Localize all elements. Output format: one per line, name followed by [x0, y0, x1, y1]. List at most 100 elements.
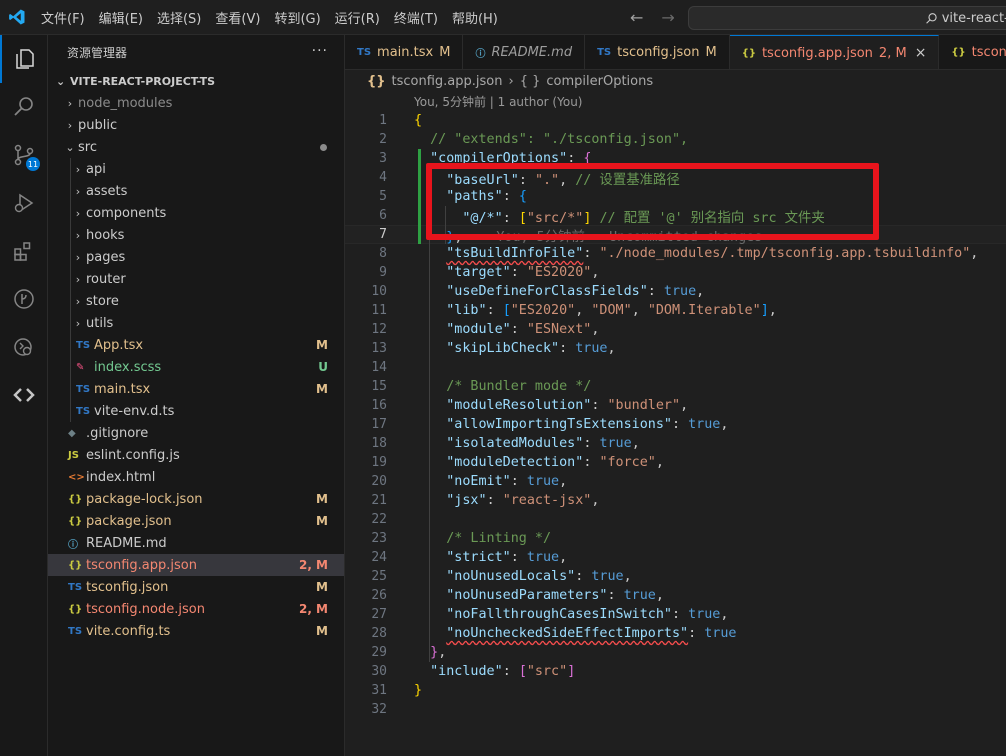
remote-explorer-icon[interactable]: [0, 323, 48, 371]
folder-item[interactable]: › router: [48, 268, 344, 290]
braces-icon: { }: [519, 73, 541, 89]
code-token: true: [599, 436, 632, 451]
menu-item[interactable]: 转到(G): [267, 8, 327, 27]
file-item[interactable]: JS eslint.config.js: [48, 444, 344, 466]
code-token: ,: [559, 474, 568, 489]
chevron-right-icon: ›: [75, 162, 81, 176]
tab-tsconfig-n[interactable]: {} tsconfig.n: [939, 35, 1006, 69]
source-control-icon[interactable]: 11: [0, 131, 48, 179]
git-blame-codelens[interactable]: You, 5分钟前 | 1 author (You): [414, 92, 582, 110]
tab-tsconfig-json[interactable]: TS tsconfig.json M: [585, 35, 730, 69]
back-arrow-icon[interactable]: ←: [630, 8, 643, 27]
folder-item[interactable]: › hooks: [48, 224, 344, 246]
run-debug-icon[interactable]: [0, 179, 48, 227]
tree-item-label: index.html: [86, 469, 156, 485]
file-item[interactable]: ⓘ README.md: [48, 532, 344, 554]
tab-main-tsx[interactable]: TS main.tsx M: [345, 35, 464, 69]
breadcrumb-file[interactable]: tsconfig.app.json: [392, 74, 503, 89]
code-line: 1{: [345, 111, 1006, 130]
menu-item[interactable]: 帮助(H): [445, 8, 505, 27]
code-token: "ES2020": [510, 303, 576, 318]
explorer-icon[interactable]: [0, 35, 48, 83]
file-item[interactable]: {} package-lock.json M: [48, 488, 344, 510]
folder-item[interactable]: › store: [48, 290, 344, 312]
file-item[interactable]: <> index.html: [48, 466, 344, 488]
file-item[interactable]: ✎ index.scss U: [48, 356, 344, 378]
line-number: 19: [371, 455, 387, 470]
menu-item[interactable]: 终端(T): [387, 8, 445, 27]
code-text: "noUnusedLocals": true,: [414, 569, 631, 584]
code-token: ,: [591, 322, 600, 337]
more-actions-icon[interactable]: ···: [312, 43, 328, 59]
code-token: :: [583, 436, 600, 451]
file-item[interactable]: TS tsconfig.json M: [48, 576, 344, 598]
file-item[interactable]: TS App.tsx M: [48, 334, 344, 356]
close-icon[interactable]: ×: [915, 45, 927, 61]
menu-item[interactable]: 查看(V): [208, 8, 267, 27]
folder-item[interactable]: › utils: [48, 312, 344, 334]
menu-item[interactable]: 编辑(E): [92, 8, 150, 27]
folder-item[interactable]: › api: [48, 158, 344, 180]
git-status-badge: M: [316, 382, 328, 396]
git-graph-icon[interactable]: [0, 275, 48, 323]
file-item[interactable]: ◆ .gitignore: [48, 422, 344, 444]
tab-readme-md[interactable]: ⓘ README.md: [463, 35, 586, 69]
code-line: 2 // "extends": "./tsconfig.json",: [345, 130, 1006, 149]
tree-item-label: main.tsx: [94, 381, 151, 397]
code-token: :: [583, 455, 600, 470]
folder-item[interactable]: › components: [48, 202, 344, 224]
code-line: 12 "module": "ESNext",: [345, 320, 1006, 339]
code-token: ,: [438, 645, 447, 660]
code-text: "moduleDetection": "force",: [414, 455, 664, 470]
menu-item[interactable]: 运行(R): [328, 8, 387, 27]
line-number: 5: [379, 189, 387, 204]
code-token: :: [671, 607, 689, 622]
search-view-icon[interactable]: [0, 83, 48, 131]
file-item[interactable]: {} tsconfig.app.json 2, M: [48, 554, 344, 576]
forward-arrow-icon[interactable]: →: [661, 8, 674, 27]
tab-tsconfig-app-json[interactable]: {} tsconfig.app.json 2, M ×: [729, 35, 940, 69]
folder-item[interactable]: › node_modules: [48, 92, 344, 114]
project-root[interactable]: ⌄ VITE-REACT-PROJECT-TS: [48, 70, 344, 92]
file-type-icon: ⓘ: [475, 49, 486, 60]
line-number: 21: [371, 493, 387, 508]
breadcrumb-symbol[interactable]: compilerOptions: [546, 74, 653, 89]
editor-tabs: TS main.tsx Mⓘ README.md TS tsconfig.json M {} t…: [345, 35, 1006, 70]
folder-item[interactable]: ⌄ src: [48, 136, 344, 158]
folder-item[interactable]: › public: [48, 114, 344, 136]
tree-item-label: eslint.config.js: [86, 447, 180, 463]
line-number: 15: [371, 379, 387, 394]
file-item[interactable]: TS vite-env.d.ts: [48, 400, 344, 422]
code-text: "noUncheckedSideEffectImports": true: [414, 626, 736, 641]
file-item[interactable]: {} tsconfig.node.json 2, M: [48, 598, 344, 620]
breadcrumb: {} tsconfig.app.json › { } compilerOptio…: [345, 70, 1006, 92]
file-item[interactable]: {} package.json M: [48, 510, 344, 532]
tab-label: tsconfig.n: [971, 45, 1006, 60]
tree-item-label: hooks: [86, 227, 125, 243]
folder-item[interactable]: › assets: [48, 180, 344, 202]
code-token: :: [591, 398, 608, 413]
file-type-icon: {}: [68, 603, 83, 615]
command-center-search[interactable]: vite-react-p: [688, 6, 1006, 30]
folder-item[interactable]: › pages: [48, 246, 344, 268]
line-number: 10: [371, 284, 387, 299]
tab-status: M: [439, 45, 451, 60]
breadcrumb-separator: ›: [508, 73, 514, 89]
extensions-icon[interactable]: [0, 227, 48, 275]
menu-item[interactable]: 选择(S): [150, 8, 208, 27]
menu-bar: 文件(F) 编辑(E) 选择(S) 查看(V) 转到(G) 运行(R) 终端(T) 帮助(H): [34, 8, 505, 27]
code-brackets-icon[interactable]: [0, 371, 48, 419]
code-text: "noUnusedParameters": true,: [414, 588, 664, 603]
code-text: "moduleResolution": "bundler",: [414, 398, 688, 413]
code-text: "noEmit": true,: [414, 474, 567, 489]
tree-item-label: assets: [86, 183, 128, 199]
file-item[interactable]: TS main.tsx M: [48, 378, 344, 400]
tree-item-label: tsconfig.node.json: [86, 601, 205, 617]
menu-item[interactable]: 文件(F): [34, 8, 92, 27]
file-item[interactable]: TS vite.config.ts M: [48, 620, 344, 642]
